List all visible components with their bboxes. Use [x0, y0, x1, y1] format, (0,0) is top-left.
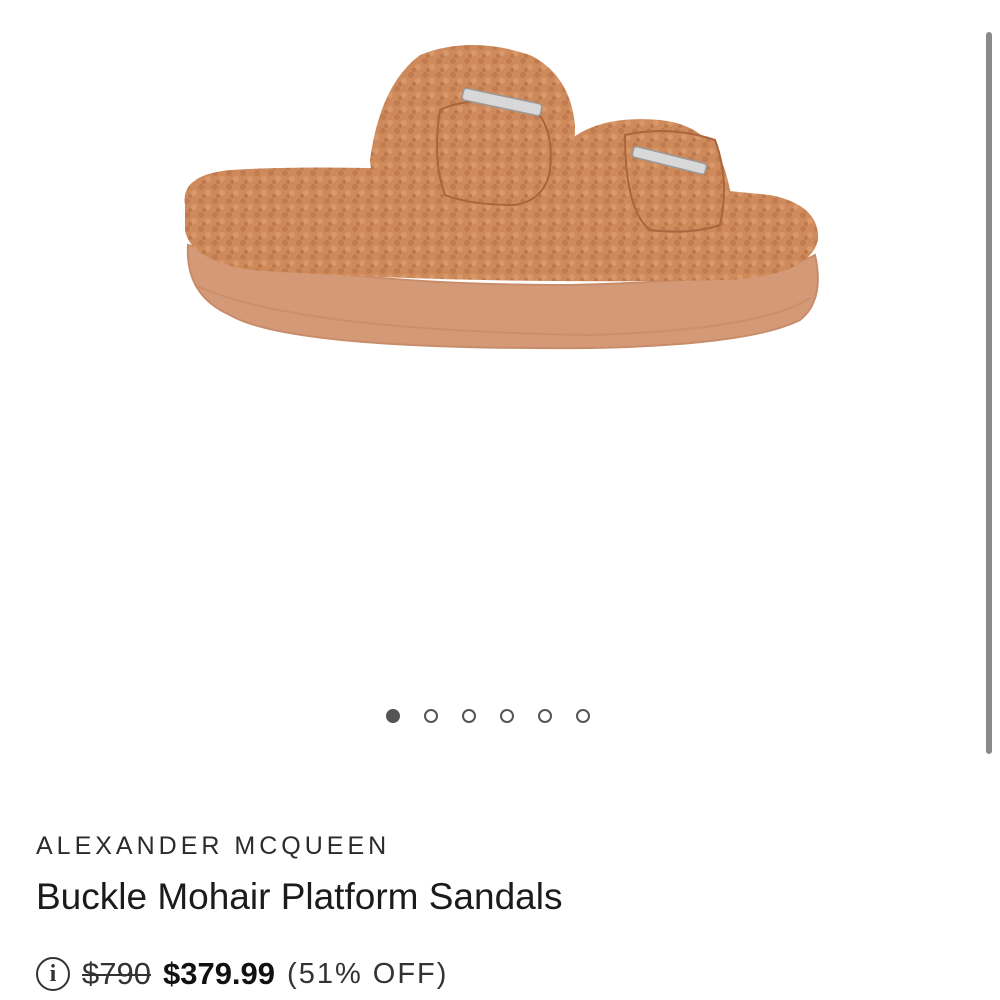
carousel-dot-6[interactable]	[576, 709, 590, 723]
carousel-dot-4[interactable]	[500, 709, 514, 723]
sale-price: $379.99	[162, 956, 276, 991]
product-title: Buckle Mohair Platform Sandals	[36, 876, 563, 917]
carousel-dot-2[interactable]	[424, 709, 438, 723]
carousel-dot-1[interactable]	[386, 709, 400, 723]
original-price: $790	[82, 956, 151, 991]
price-row: i $790 $379.99 (51% OFF)	[36, 956, 448, 992]
carousel-indicator	[386, 709, 590, 723]
product-image[interactable]	[170, 30, 830, 380]
carousel-dot-5[interactable]	[538, 709, 552, 723]
product-page: ALEXANDER MCQUEEN Buckle Mohair Platform…	[0, 0, 1000, 1000]
image-gallery[interactable]	[0, 0, 1000, 760]
info-icon[interactable]: i	[36, 957, 70, 991]
carousel-dot-3[interactable]	[462, 709, 476, 723]
discount-percent: (51% OFF)	[287, 957, 449, 990]
scrollbar[interactable]	[986, 32, 992, 754]
brand-name[interactable]: ALEXANDER MCQUEEN	[36, 832, 390, 861]
